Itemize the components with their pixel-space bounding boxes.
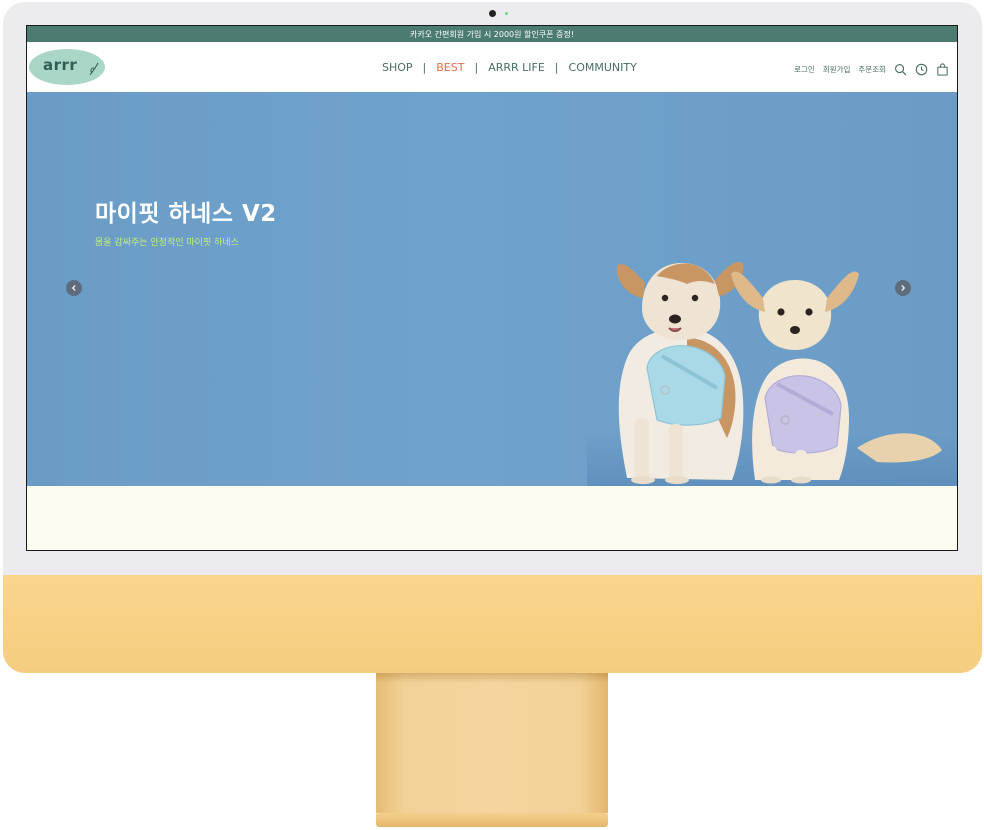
hero-subtitle: 몸을 감싸주는 안정적인 마이핏 하네스 [95, 238, 239, 248]
nav-shop[interactable]: SHOP [372, 61, 423, 74]
site-header: arrr SHOP | BEST | ARRR LIFE | COMMUNITY… [27, 42, 957, 92]
hero-title: 마이핏 하네스 V2 [95, 201, 277, 227]
camera-icon [489, 10, 496, 17]
logo-text: arrr [43, 56, 78, 74]
leaf-icon [89, 62, 99, 76]
order-lookup-link[interactable]: 주문조회 [858, 64, 886, 75]
screen: 카카오 간편회원 가입 시 2000원 할인쿠폰 증정! arrr SHOP |… [26, 25, 958, 551]
promo-text[interactable]: 카카오 간편회원 가입 시 2000원 할인쿠폰 증정! [410, 29, 574, 40]
nav-best[interactable]: BEST [426, 61, 474, 74]
login-link[interactable]: 로그인 [794, 64, 815, 75]
content-section [27, 486, 957, 550]
camera-indicator [505, 12, 508, 15]
carousel-prev-button[interactable] [66, 280, 82, 296]
hero-banner[interactable]: 마이핏 하네스 V2 몸을 감싸주는 안정적인 마이핏 하네스 [27, 92, 957, 486]
clock-icon[interactable] [915, 63, 928, 76]
shopping-bag-icon[interactable] [936, 63, 949, 76]
imac-stand [376, 673, 608, 813]
chevron-left-icon [71, 285, 76, 291]
nav-community[interactable]: COMMUNITY [559, 61, 647, 74]
signup-link[interactable]: 회원가입 [823, 64, 851, 75]
nav-arrr-life[interactable]: ARRR LIFE [478, 61, 555, 74]
dog-right [731, 271, 942, 484]
utility-menu: 로그인 회원가입 주문조회 [794, 63, 949, 76]
imac-chin [3, 575, 982, 673]
stand-shadow [376, 673, 608, 683]
imac-stand-foot [376, 813, 608, 827]
main-nav: SHOP | BEST | ARRR LIFE | COMMUNITY [372, 61, 647, 74]
hero-dogs-image [616, 261, 942, 484]
logo[interactable]: arrr [29, 47, 105, 87]
dog-left [616, 261, 744, 484]
promo-bar[interactable]: 카카오 간편회원 가입 시 2000원 할인쿠폰 증정! [27, 26, 957, 42]
search-icon[interactable] [894, 63, 907, 76]
